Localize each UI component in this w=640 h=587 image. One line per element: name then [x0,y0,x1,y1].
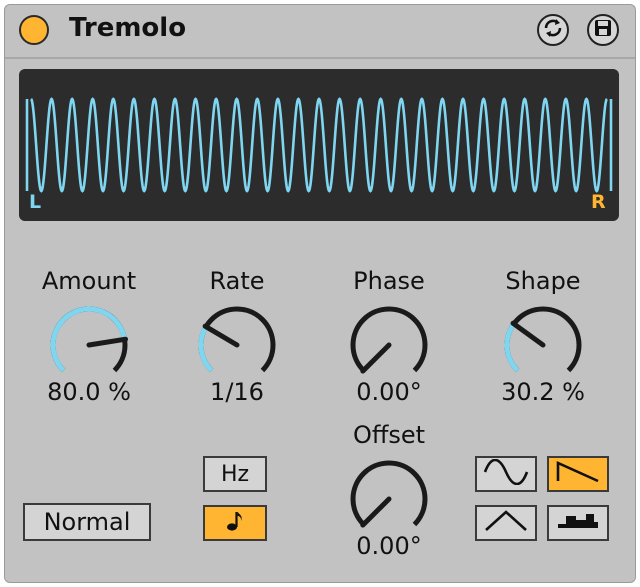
knob-pointer [510,320,546,348]
amount-value[interactable]: 80.0 % [19,378,159,406]
knob-pointer [86,336,129,348]
offset-knob[interactable] [339,457,439,537]
triangle-wave-icon [482,508,530,538]
random-step-button[interactable] [547,505,609,541]
sine-wave-button[interactable] [475,456,537,492]
rate-label: Rate [209,267,265,295]
knob-pointer [360,496,392,528]
phase-value[interactable]: 0.00° [319,378,459,406]
device-title: Tremolo [69,13,187,43]
device-title-bar: Tremolo [5,5,635,59]
save-preset-button[interactable] [587,14,619,46]
lfo-waveform-svg [25,97,613,193]
rate-value[interactable]: 1/16 [167,378,307,406]
random-step-icon [554,508,602,538]
knob-track [350,306,428,373]
rate-hz-button[interactable]: Hz [203,456,267,492]
knob-value-arc [198,325,214,373]
hot-swap-button[interactable] [537,14,569,46]
saw-down-wave-button[interactable] [547,456,609,492]
shape-label: Shape [505,267,581,295]
knob-track [350,460,428,527]
rate-sync-button[interactable] [203,505,267,541]
phase-label: Phase [353,267,425,295]
device-power-toggle[interactable] [19,15,49,45]
tremolo-device: Tremolo L R Amount 80.0 % Rate 1/16 Phas… [4,4,636,583]
amount-knob[interactable] [39,303,139,383]
phase-knob[interactable] [339,303,439,383]
shape-knob[interactable] [493,303,593,383]
amount-label: Amount [41,267,137,295]
stereo-mode-value: Normal [43,508,131,536]
lfo-waveform-line [30,97,608,193]
save-preset-icon [593,18,613,42]
music-note-icon [226,510,244,536]
stereo-mode-button[interactable]: Normal [23,503,151,541]
knob-pointer [360,342,392,374]
hot-swap-icon [542,17,564,43]
offset-label: Offset [352,421,426,449]
knob-value-arc [504,322,520,373]
knob-track [198,306,276,373]
lfo-waveform-display: L R [19,69,619,221]
rate-knob[interactable] [187,303,287,383]
left-channel-label: L [29,191,42,213]
right-channel-label: R [591,191,606,213]
rate-hz-label: Hz [220,461,250,487]
offset-value[interactable]: 0.00° [319,532,459,560]
triangle-wave-button[interactable] [475,505,537,541]
sine-wave-icon [482,458,530,489]
knob-track [504,306,582,373]
shape-value[interactable]: 30.2 % [473,378,613,406]
saw-down-wave-icon [554,459,602,489]
knob-pointer [202,323,240,348]
